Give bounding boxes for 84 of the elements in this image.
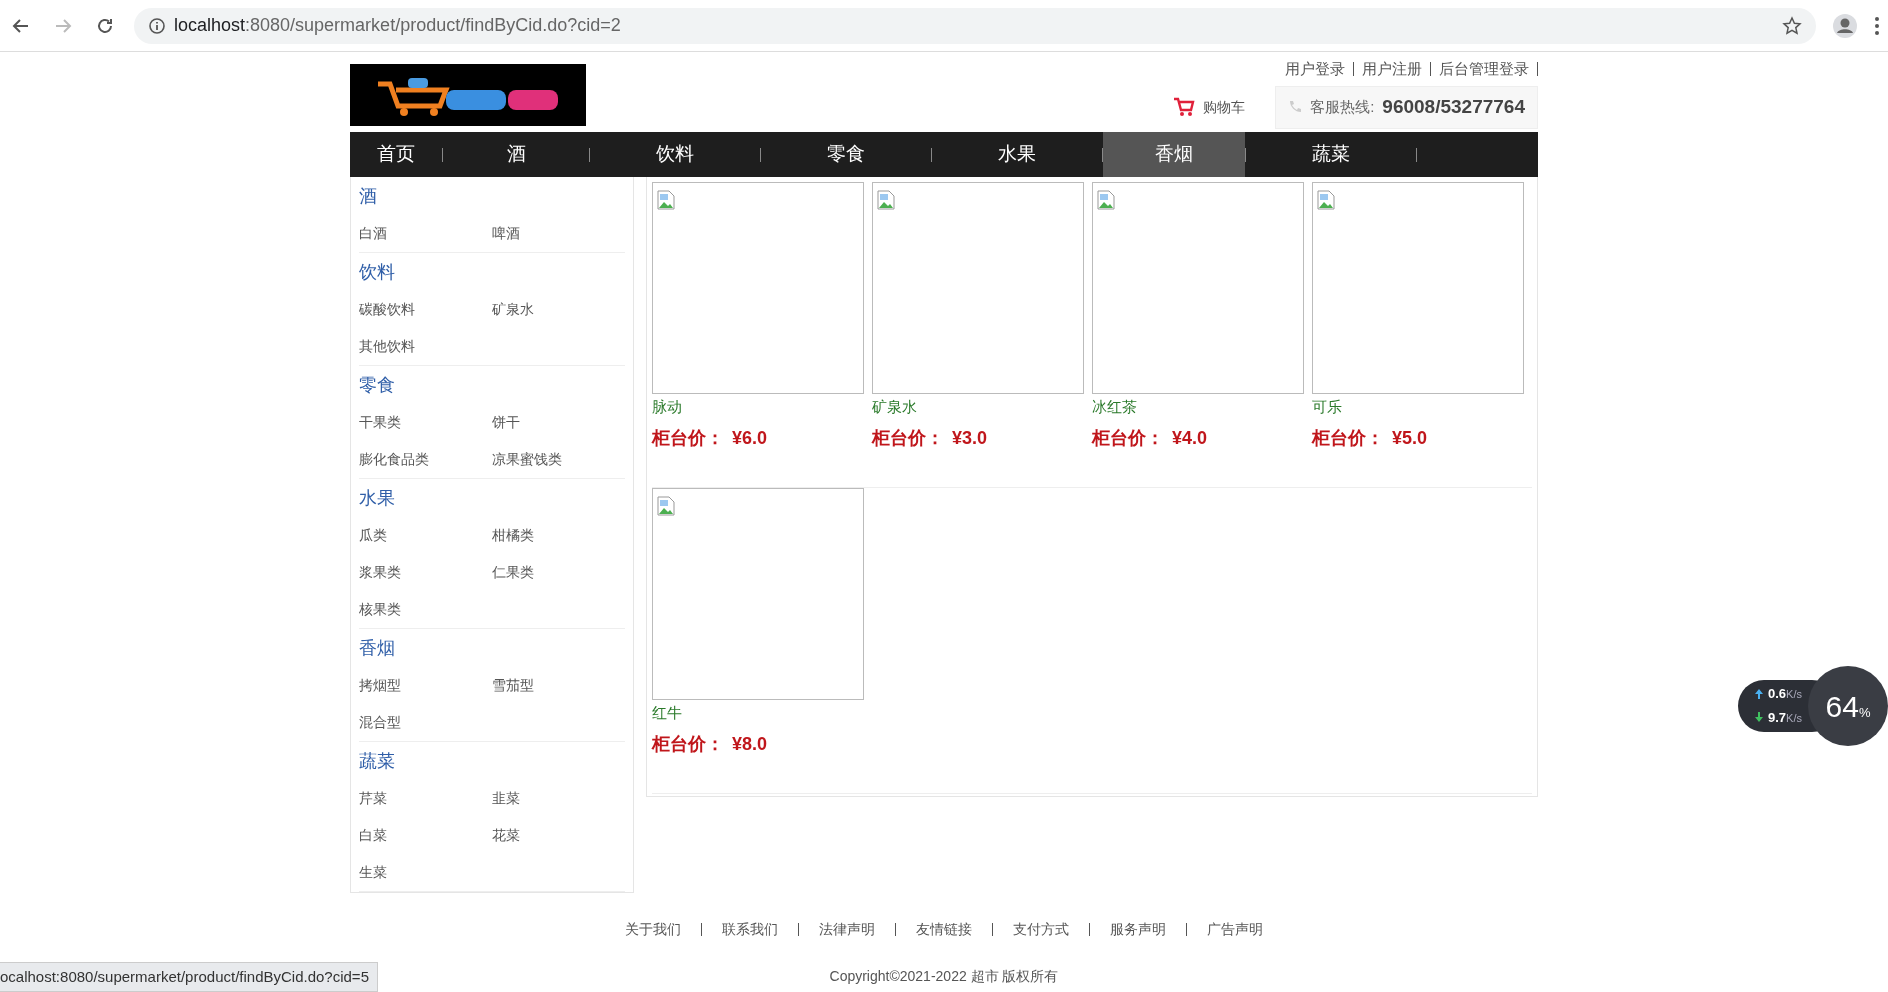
footer-link[interactable]: 关于我们 <box>605 923 702 936</box>
copyright-text: Copyright©2021-2022 超市 版权所有 <box>829 967 1059 986</box>
category-heading[interactable]: 零食 <box>359 371 395 399</box>
address-bar[interactable]: localhost:8080/supermarket/product/findByCid.do?cid=2 <box>134 7 1816 44</box>
status-url: ocalhost:8080/supermarket/product/findByCid.do?cid=5 <box>0 961 378 992</box>
price-value: ¥6.0 <box>732 427 768 450</box>
subcategory-link[interactable]: 花菜 <box>492 825 520 846</box>
hotline-label: 客服热线: <box>1310 97 1375 117</box>
subcategory-link[interactable]: 其他饮料 <box>359 336 415 357</box>
product-name[interactable]: 矿泉水 <box>872 395 917 419</box>
product-name[interactable]: 冰红茶 <box>1092 395 1137 419</box>
price-label: 柜台价： <box>872 427 944 450</box>
product-name[interactable]: 脉动 <box>652 395 682 419</box>
usage-percent: 64% <box>1825 688 1871 725</box>
product-name[interactable]: 可乐 <box>1312 395 1342 419</box>
nav-tab[interactable]: 香烟 <box>1103 132 1245 177</box>
subcategory-link[interactable]: 核果类 <box>359 599 401 620</box>
subcategory-link[interactable]: 矿泉水 <box>492 299 534 320</box>
category-heading[interactable]: 水果 <box>359 484 395 512</box>
footer-link[interactable]: 法律声明 <box>799 923 896 936</box>
category-heading[interactable]: 蔬菜 <box>359 747 395 775</box>
profile-icon[interactable] <box>1832 12 1858 39</box>
footer-link[interactable]: 联系我们 <box>702 923 799 936</box>
upload-speed: 0.6K/s <box>1768 685 1802 703</box>
nav-tab[interactable]: 酒 <box>443 132 589 177</box>
subcategory-link[interactable]: 柑橘类 <box>492 525 534 546</box>
menu-icon[interactable] <box>1874 15 1880 36</box>
footer-link[interactable]: 广告声明 <box>1187 923 1283 936</box>
subcategory-link[interactable]: 凉果蜜饯类 <box>492 449 562 470</box>
subcategory-link[interactable]: 雪茄型 <box>492 675 534 696</box>
download-arrow-icon <box>1754 711 1764 724</box>
price-value: ¥8.0 <box>732 733 768 756</box>
footer-link[interactable]: 服务声明 <box>1090 923 1187 936</box>
subcategory-link[interactable]: 白菜 <box>359 825 387 846</box>
star-icon[interactable] <box>1782 15 1802 36</box>
subcategory-link[interactable]: 芹菜 <box>359 788 387 809</box>
price-value: ¥4.0 <box>1172 427 1208 450</box>
category-heading[interactable]: 香烟 <box>359 634 395 662</box>
subcategory-link[interactable]: 瓜类 <box>359 525 387 546</box>
nav-tab[interactable]: 水果 <box>932 132 1102 177</box>
category-heading[interactable]: 饮料 <box>359 258 395 286</box>
price-value: ¥5.0 <box>1392 427 1428 450</box>
broken-image-icon <box>1317 189 1335 210</box>
nav-tab[interactable]: 饮料 <box>590 132 760 177</box>
broken-image-icon <box>657 189 675 210</box>
price-value: ¥3.0 <box>952 427 988 450</box>
info-icon <box>148 16 166 35</box>
price-label: 柜台价： <box>1092 427 1164 450</box>
subcategory-link[interactable]: 混合型 <box>359 712 401 733</box>
subcategory-link[interactable]: 饼干 <box>492 412 520 433</box>
broken-image-icon <box>877 189 895 210</box>
subcategory-link[interactable]: 浆果类 <box>359 562 401 583</box>
subcategory-link[interactable]: 白酒 <box>359 223 387 244</box>
footer-link[interactable]: 友情链接 <box>896 923 993 936</box>
url-text: localhost:8080/supermarket/product/findByCid.do?cid=2 <box>174 14 621 37</box>
top-link[interactable]: 用户登录 <box>1277 62 1354 76</box>
cart-link[interactable]: 购物车 <box>1203 96 1246 118</box>
subcategory-link[interactable]: 拷烟型 <box>359 675 401 696</box>
nav-tab[interactable]: 蔬菜 <box>1246 132 1416 177</box>
download-speed: 9.7K/s <box>1768 708 1802 727</box>
nav-tab[interactable]: 首页 <box>350 132 442 177</box>
phone-icon <box>1288 100 1303 115</box>
cart-icon[interactable] <box>1173 97 1196 118</box>
subcategory-link[interactable]: 碳酸饮料 <box>359 299 415 320</box>
broken-image-icon <box>657 495 675 516</box>
hotline-number: 96008/53277764 <box>1382 95 1525 119</box>
price-label: 柜台价： <box>652 733 724 756</box>
subcategory-link[interactable]: 啤酒 <box>492 223 520 244</box>
nav-tab[interactable]: 零食 <box>761 132 931 177</box>
top-link[interactable]: 后台管理登录 <box>1431 62 1538 76</box>
subcategory-link[interactable]: 生菜 <box>359 862 387 883</box>
broken-image-icon <box>1097 189 1115 210</box>
subcategory-link[interactable]: 干果类 <box>359 412 401 433</box>
upload-arrow-icon <box>1754 687 1764 700</box>
top-link[interactable]: 用户注册 <box>1354 62 1431 76</box>
product-name[interactable]: 红牛 <box>652 701 682 725</box>
price-label: 柜台价： <box>1312 427 1384 450</box>
subcategory-link[interactable]: 膨化食品类 <box>359 449 429 470</box>
subcategory-link[interactable]: 韭菜 <box>492 788 520 809</box>
footer-link[interactable]: 支付方式 <box>993 923 1090 936</box>
subcategory-link[interactable]: 仁果类 <box>492 562 534 583</box>
price-label: 柜台价： <box>652 427 724 450</box>
logo-icon <box>350 64 586 126</box>
category-heading[interactable]: 酒 <box>359 182 377 210</box>
